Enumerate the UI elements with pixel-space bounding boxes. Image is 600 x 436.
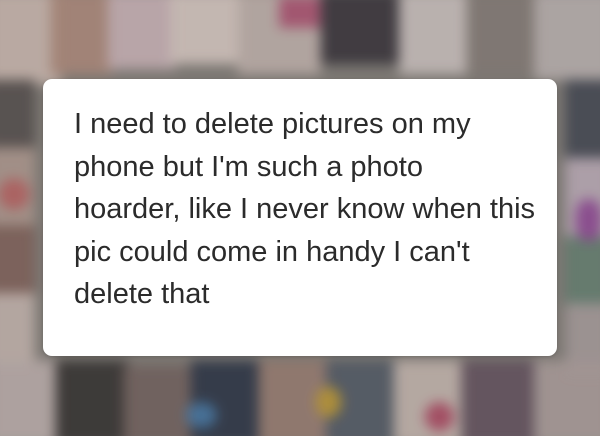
quote-text: I need to delete pictures on my phone bu… — [74, 108, 536, 310]
quote-card: I need to delete pictures on my phone bu… — [43, 79, 557, 356]
image-canvas: I need to delete pictures on my phone bu… — [0, 0, 600, 436]
